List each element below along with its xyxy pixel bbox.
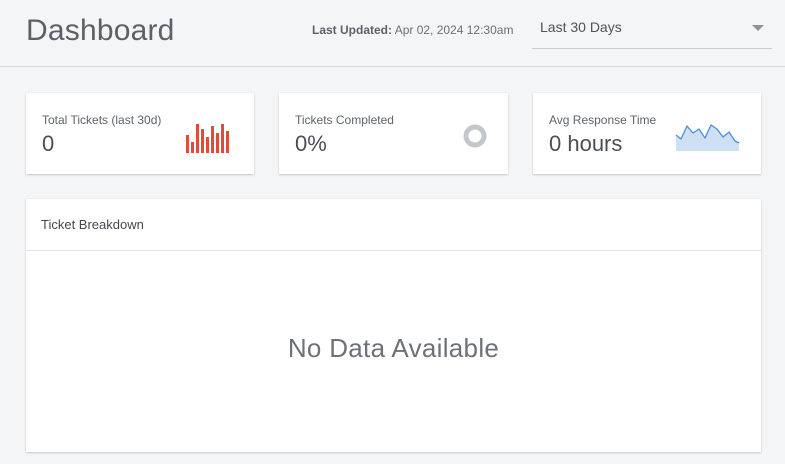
last-updated: Last Updated: Apr 02, 2024 12:30am bbox=[312, 23, 513, 37]
date-range-select[interactable]: Last 30 Days bbox=[532, 8, 772, 49]
ticket-breakdown-panel: Ticket Breakdown No Data Available bbox=[26, 199, 761, 452]
last-updated-label: Last Updated: bbox=[312, 23, 393, 37]
last-updated-value: Apr 02, 2024 12:30am bbox=[394, 23, 514, 37]
area-chart-icon bbox=[675, 124, 740, 151]
bar-chart-icon bbox=[186, 124, 229, 153]
avg-response-label: Avg Response Time bbox=[549, 113, 657, 127]
donut-chart-icon bbox=[463, 124, 487, 148]
tickets-completed-label: Tickets Completed bbox=[295, 113, 394, 127]
page-title: Dashboard bbox=[26, 14, 175, 47]
avg-response-value: 0 hours bbox=[549, 131, 623, 156]
panel-header: Ticket Breakdown bbox=[26, 199, 761, 251]
empty-state-message: No Data Available bbox=[287, 333, 500, 363]
total-tickets-label: Total Tickets (last 30d) bbox=[42, 113, 162, 127]
header-bar: Dashboard Last Updated: Apr 02, 2024 12:… bbox=[0, 0, 785, 67]
panel-title: Ticket Breakdown bbox=[41, 217, 144, 232]
tickets-completed-value: 0% bbox=[295, 131, 327, 156]
avg-response-card: Avg Response Time 0 hours bbox=[533, 93, 761, 174]
tickets-completed-card: Tickets Completed 0% bbox=[279, 93, 508, 174]
total-tickets-card: Total Tickets (last 30d) 0 bbox=[26, 93, 254, 174]
total-tickets-value: 0 bbox=[42, 131, 55, 156]
date-range-value: Last 30 Days bbox=[540, 19, 622, 35]
chevron-down-icon[interactable] bbox=[752, 25, 764, 31]
